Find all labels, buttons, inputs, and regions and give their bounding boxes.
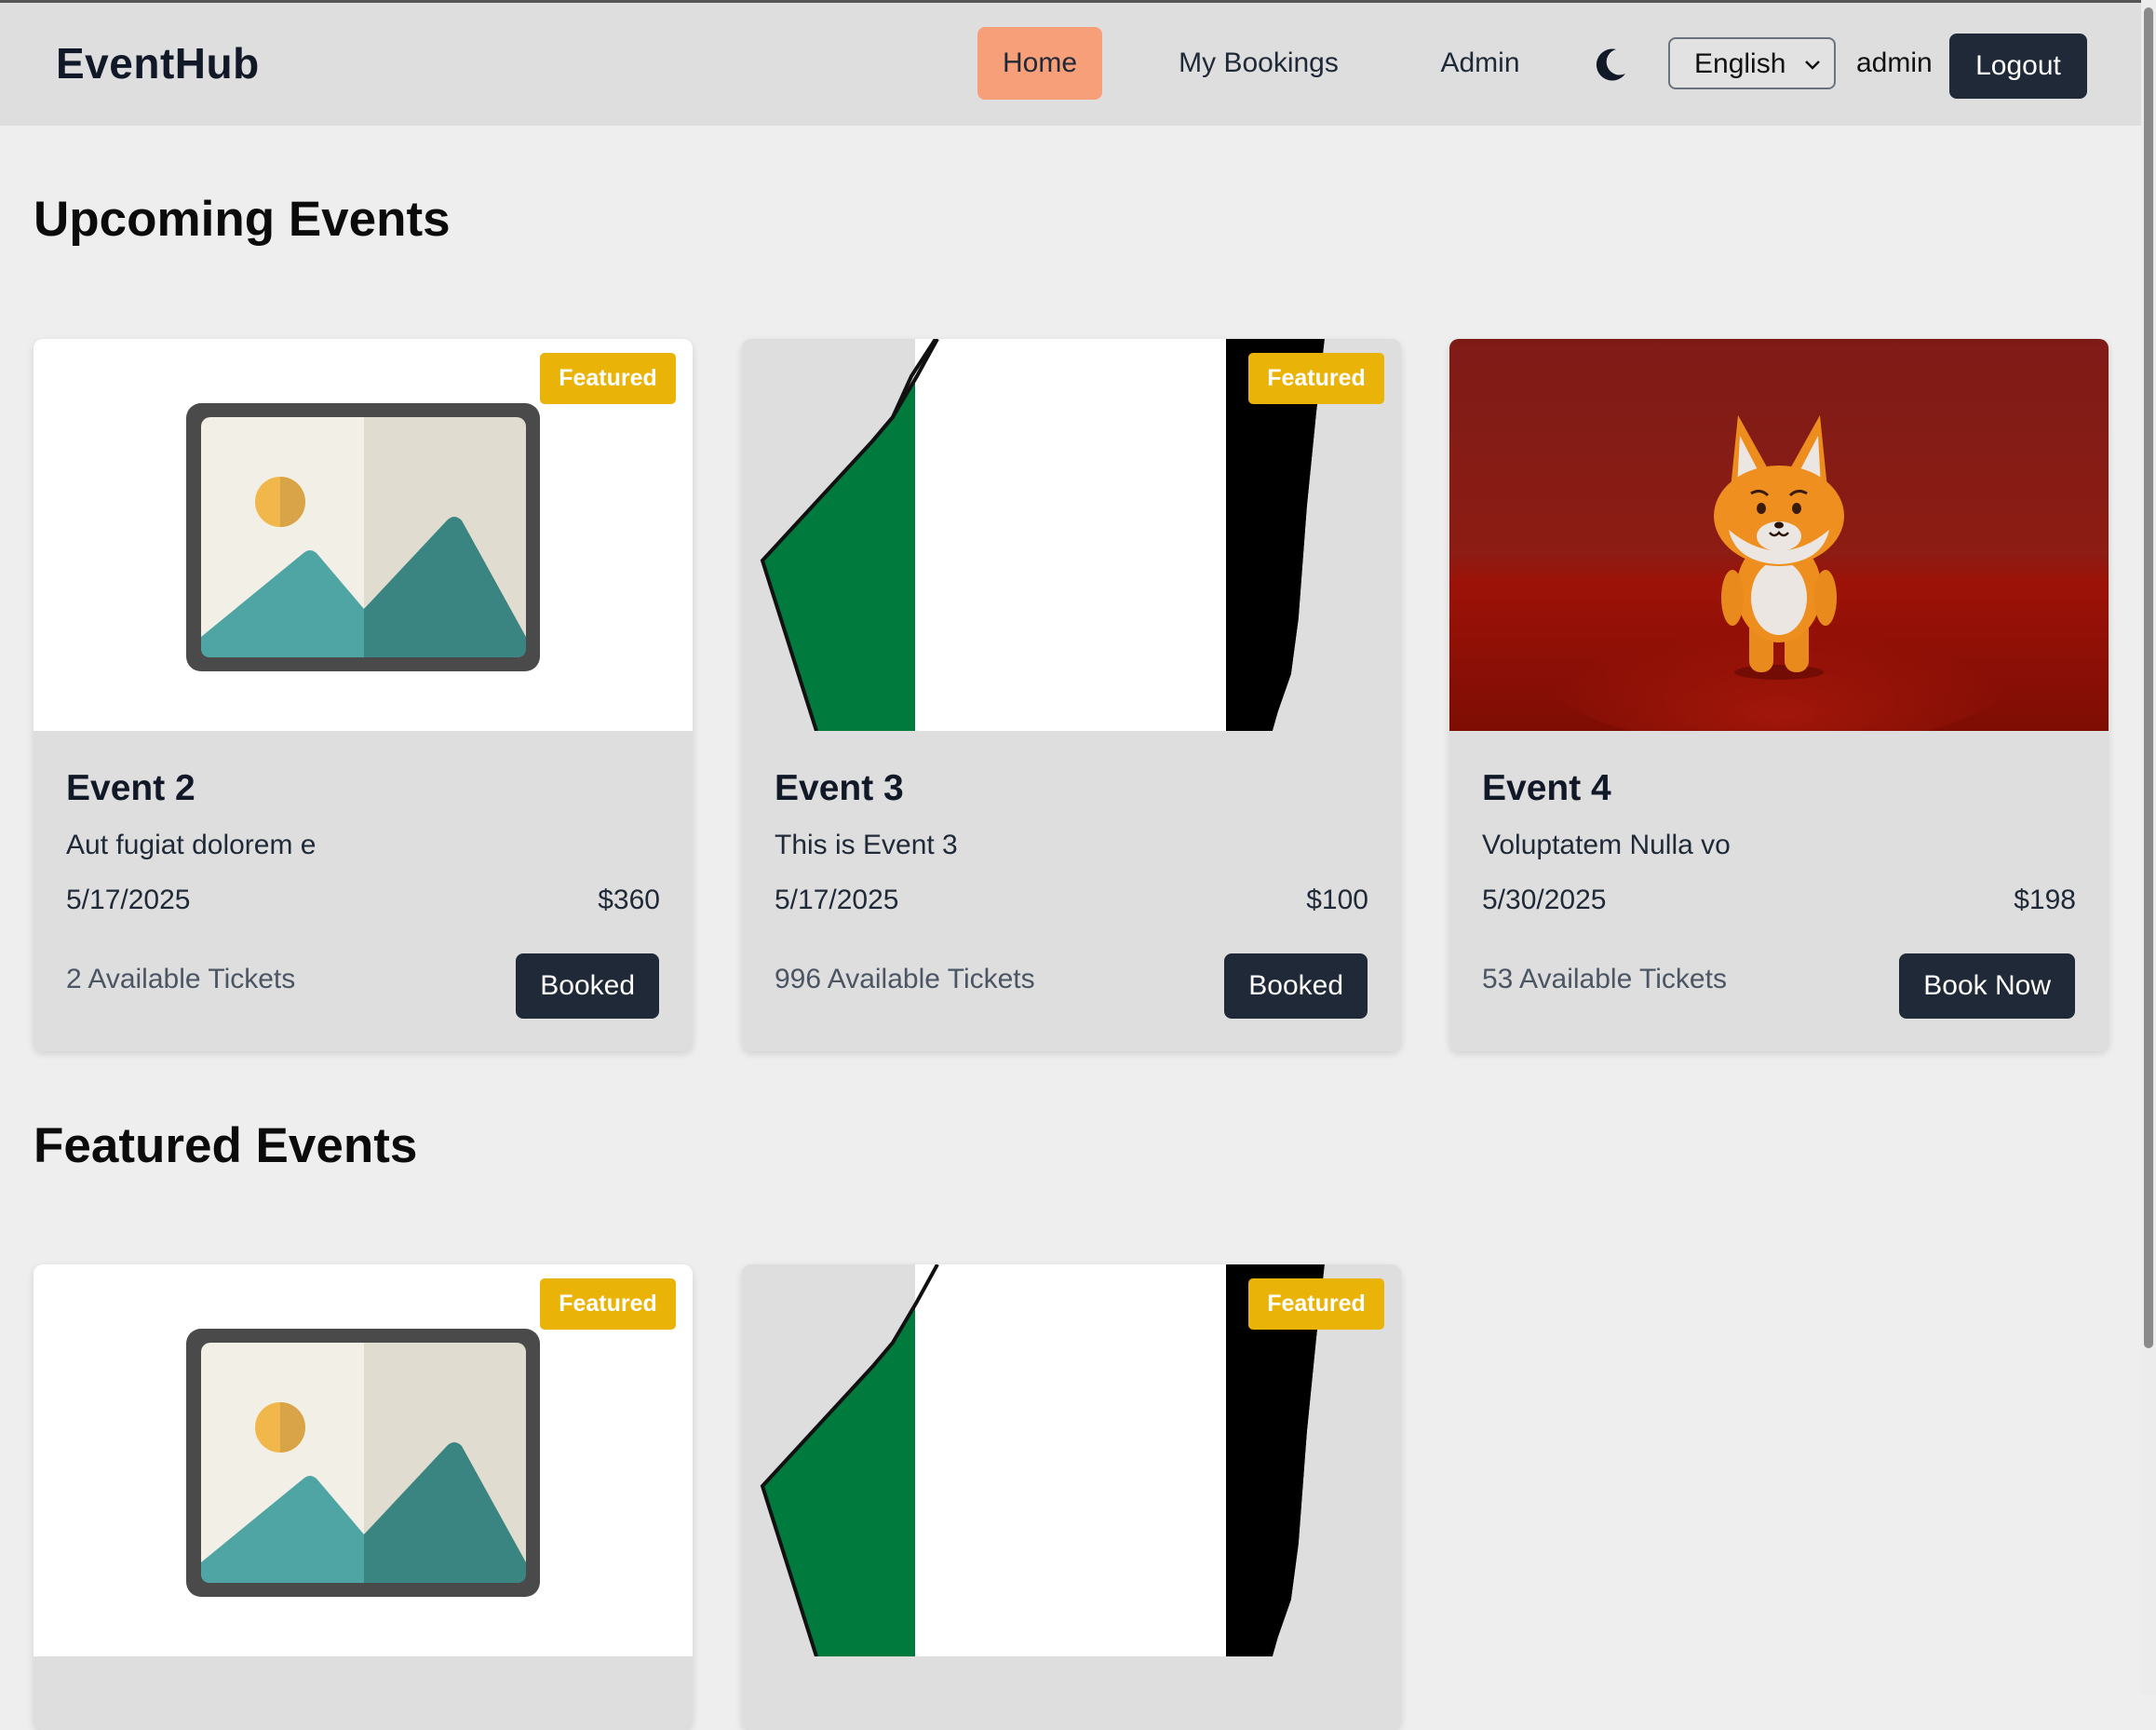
available-tickets: 53 Available Tickets: [1482, 964, 1727, 994]
event-card: Featured Event 2 Aut fugiat dolorem e 5/…: [34, 339, 693, 1051]
event-date: 5/17/2025: [66, 885, 191, 915]
page-scrollbar[interactable]: [2141, 0, 2156, 1695]
scrollbar-thumb[interactable]: [2144, 7, 2153, 1348]
featured-badge: Featured: [1248, 1278, 1384, 1330]
event-date: 5/30/2025: [1482, 885, 1607, 915]
event-description: Aut fugiat dolorem e: [66, 830, 317, 860]
navbar: EventHub Home My Bookings Admin English …: [0, 3, 2156, 126]
brand-logo[interactable]: EventHub: [56, 38, 260, 88]
event-image-flag: Featured: [742, 339, 1401, 731]
event-price: $360: [598, 885, 660, 915]
event-description: Voluptatem Nulla vo: [1482, 830, 1731, 860]
upcoming-events-heading: Upcoming Events: [34, 192, 451, 247]
event-price: $100: [1306, 885, 1368, 915]
available-tickets: 2 Available Tickets: [66, 964, 296, 994]
event-card: Featured Event 3 This is Event 3 5/17/20…: [742, 339, 1401, 1051]
nav-my-bookings-link[interactable]: My Bookings: [1152, 27, 1365, 100]
featured-event-card: Featured: [34, 1264, 693, 1730]
language-select-value: English: [1694, 48, 1786, 79]
featured-events-heading: Featured Events: [34, 1118, 418, 1173]
username-label: admin: [1856, 47, 1933, 78]
event-image-placeholder: Featured: [34, 339, 693, 731]
event-card: Event 4 Voluptatem Nulla vo 5/30/2025 $1…: [1449, 339, 2109, 1051]
event-price: $198: [2014, 885, 2076, 915]
fox-figure-image: [1449, 339, 2109, 731]
logout-button[interactable]: Logout: [1949, 34, 2087, 99]
event-image-fox: [1449, 339, 2109, 731]
moon-icon[interactable]: [1590, 44, 1631, 85]
featured-badge: Featured: [540, 353, 676, 404]
featured-event-card: Featured: [742, 1264, 1401, 1730]
chevron-down-icon: [1805, 61, 1820, 70]
event-description: This is Event 3: [775, 830, 958, 860]
featured-badge: Featured: [1248, 353, 1384, 404]
booked-button[interactable]: Booked: [1224, 953, 1368, 1019]
booked-button[interactable]: Booked: [516, 953, 659, 1019]
event-image-placeholder: Featured: [34, 1264, 693, 1656]
available-tickets: 996 Available Tickets: [775, 964, 1035, 994]
event-title[interactable]: Event 2: [66, 768, 195, 809]
language-select[interactable]: English: [1668, 37, 1836, 89]
event-title[interactable]: Event 4: [1482, 768, 1611, 809]
event-title[interactable]: Event 3: [775, 768, 904, 809]
featured-badge: Featured: [540, 1278, 676, 1330]
nav-admin-link[interactable]: Admin: [1415, 27, 1545, 100]
event-date: 5/17/2025: [775, 885, 899, 915]
event-image-flag: Featured: [742, 1264, 1401, 1656]
nav-home-link[interactable]: Home: [977, 27, 1102, 100]
book-now-button[interactable]: Book Now: [1899, 953, 2075, 1019]
